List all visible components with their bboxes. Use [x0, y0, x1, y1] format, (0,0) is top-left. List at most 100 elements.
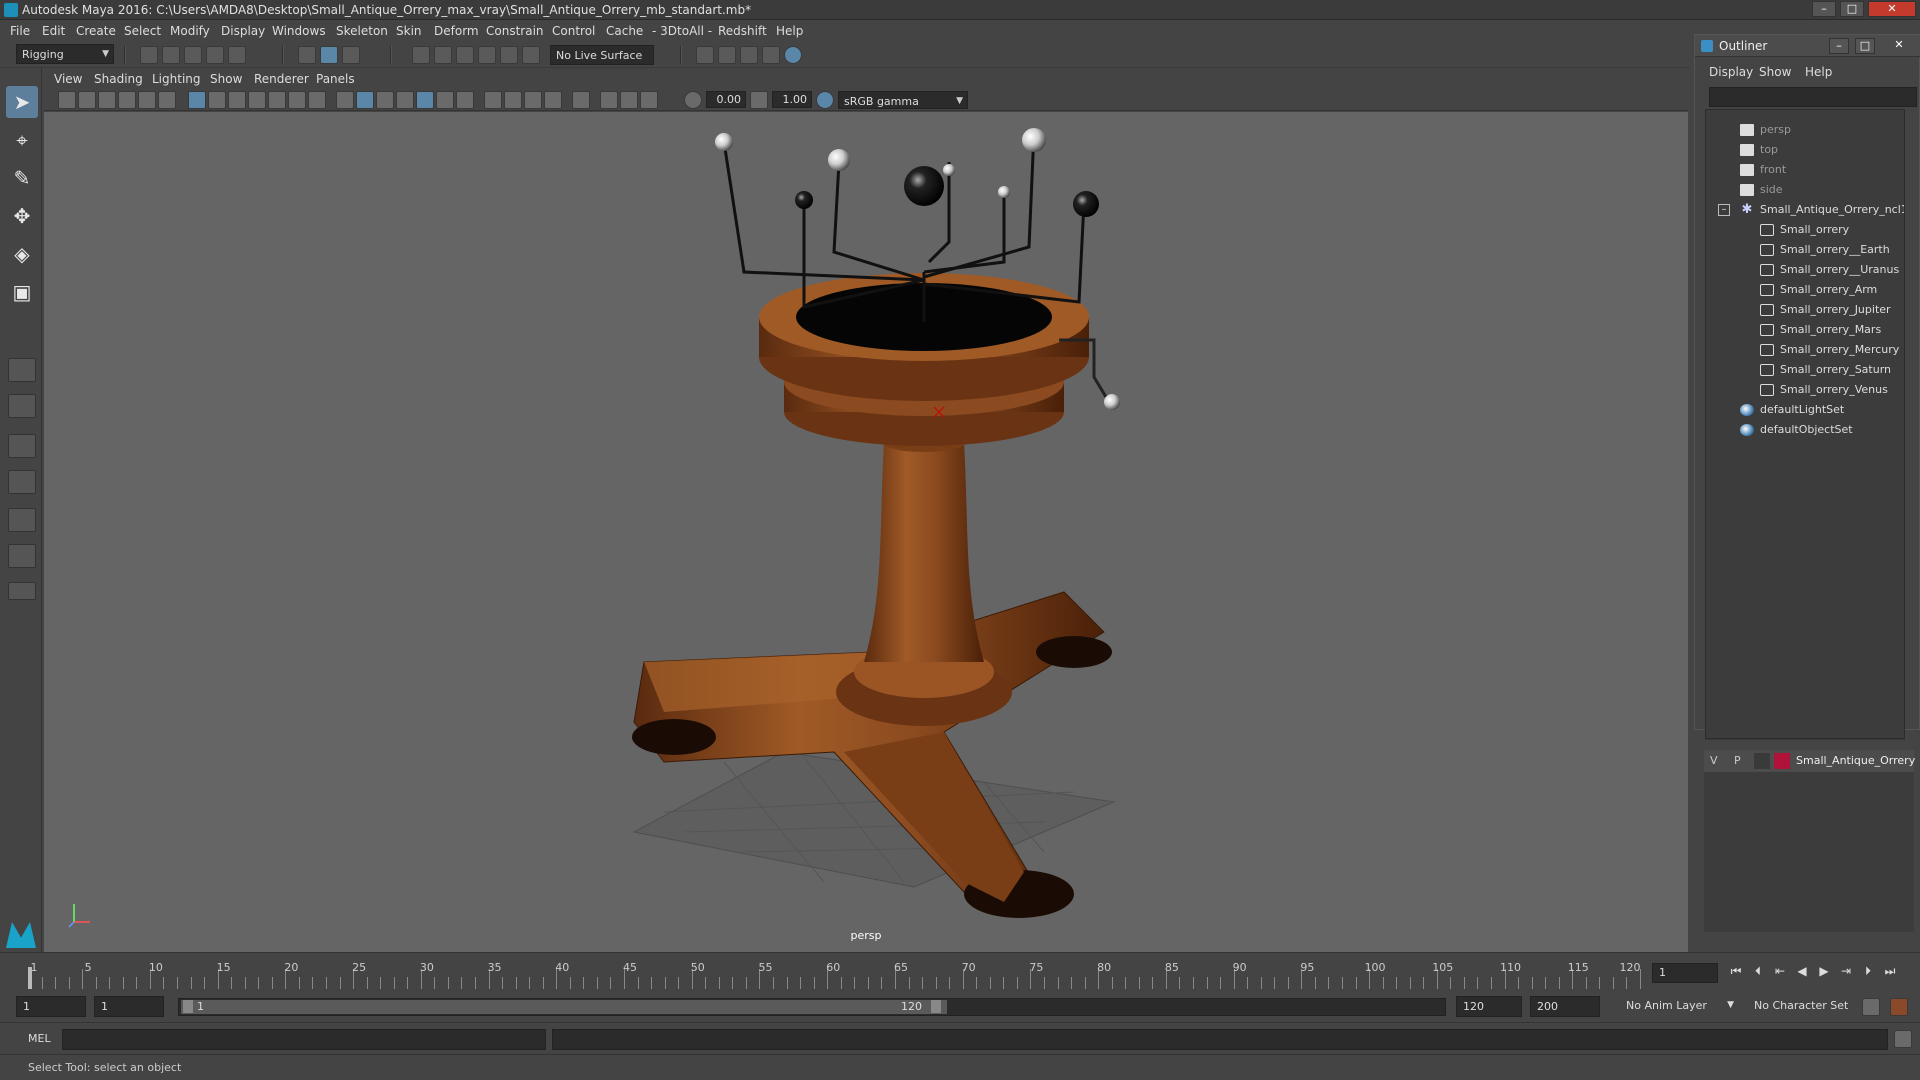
outliner-item-saturn[interactable]: Small_orrery_Saturn — [1706, 360, 1904, 380]
outliner-layout-icon[interactable] — [8, 470, 36, 494]
view-transform-dropdown[interactable]: sRGB gamma ▼ — [838, 91, 968, 109]
scale-tool[interactable]: ▣ — [6, 276, 38, 308]
snap-point-icon[interactable] — [456, 46, 474, 64]
playback-end-field[interactable]: 120 — [1456, 996, 1522, 1017]
menu-redshift[interactable]: Redshift — [718, 24, 767, 38]
xray-components-icon[interactable] — [640, 91, 658, 109]
undo-icon[interactable] — [206, 46, 224, 64]
layer-color-swatch[interactable] — [1774, 753, 1790, 769]
close-button[interactable]: ✕ — [1868, 1, 1916, 17]
open-scene-icon[interactable] — [162, 46, 180, 64]
layer-playback-toggle[interactable]: P — [1734, 754, 1741, 767]
script-editor-icon[interactable] — [1894, 1030, 1912, 1048]
playback-start-field[interactable]: 1 — [94, 996, 164, 1017]
select-hierarchy-icon[interactable] — [298, 46, 316, 64]
range-slider-bar[interactable] — [181, 1000, 947, 1014]
render-view-icon[interactable] — [784, 46, 802, 64]
auto-key-icon[interactable] — [1862, 998, 1880, 1016]
outliner-close-button[interactable]: ✕ — [1887, 38, 1911, 54]
outliner-item-mercury[interactable]: Small_orrery_Mercury — [1706, 340, 1904, 360]
camera-attrs-icon[interactable] — [78, 91, 96, 109]
current-time-indicator[interactable] — [28, 967, 32, 989]
vp-menu-lighting[interactable]: Lighting — [152, 72, 201, 86]
redo-icon[interactable] — [228, 46, 246, 64]
menu-control[interactable]: Control — [552, 24, 595, 38]
play-backwards-icon[interactable]: ◀ — [1794, 963, 1810, 979]
command-input[interactable] — [62, 1029, 546, 1050]
outliner-item-venus[interactable]: Small_orrery_Venus — [1706, 380, 1904, 400]
script-language-toggle[interactable]: MEL — [28, 1032, 51, 1045]
bookmark-icon[interactable] — [98, 91, 116, 109]
safe-action-icon[interactable] — [288, 91, 306, 109]
exposure-icon[interactable] — [684, 91, 702, 109]
save-scene-icon[interactable] — [184, 46, 202, 64]
outliner-item-side[interactable]: side — [1706, 180, 1904, 200]
outliner-item-default-light-set[interactable]: defaultLightSet — [1706, 400, 1904, 420]
menu-modify[interactable]: Modify — [170, 24, 210, 38]
step-forward-frame-icon[interactable]: ⏵ — [1860, 963, 1876, 979]
two-pane-layout-icon[interactable] — [8, 434, 36, 458]
snap-grid-icon[interactable] — [412, 46, 430, 64]
select-tool[interactable]: ➤ — [6, 86, 38, 118]
outliner-item-default-object-set[interactable]: defaultObjectSet — [1706, 420, 1904, 440]
menu-help[interactable]: Help — [776, 24, 803, 38]
maximize-button[interactable]: □ — [1840, 1, 1864, 17]
animation-end-field[interactable]: 200 — [1530, 996, 1600, 1017]
outliner-item-orrery-group[interactable]: – ✱ Small_Antique_Orrery_ncl1 — [1706, 200, 1904, 220]
grease-pencil-icon[interactable] — [158, 91, 176, 109]
step-back-key-icon[interactable]: ⇤ — [1772, 963, 1788, 979]
snap-surface-icon[interactable] — [500, 46, 518, 64]
vp-menu-panels[interactable]: Panels — [316, 72, 355, 86]
animation-start-field[interactable]: 1 — [16, 996, 86, 1017]
time-ruler[interactable]: 1 5 10 15 20 25 30 35 40 45 50 55 60 65 70 75 80 85 90 95 10… — [28, 959, 1641, 989]
vp-menu-renderer[interactable]: Renderer — [254, 72, 309, 86]
outliner-item-jupiter[interactable]: Small_orrery_Jupiter — [1706, 300, 1904, 320]
range-start-handle[interactable] — [183, 1000, 193, 1013]
menu-file[interactable]: File — [10, 24, 30, 38]
lasso-tool[interactable]: ⌖ — [6, 124, 38, 156]
camera-icon[interactable] — [58, 91, 76, 109]
2d-pan-icon[interactable] — [138, 91, 156, 109]
graph-layout-icon[interactable] — [8, 508, 36, 532]
display-layer-row[interactable]: V P Small_Antique_Orrery — [1704, 750, 1915, 772]
persp-viewport[interactable]: persp — [44, 112, 1688, 952]
paint-select-tool[interactable]: ✎ — [6, 162, 38, 194]
play-forwards-icon[interactable]: ▶ — [1816, 963, 1832, 979]
outliner-item-uranus[interactable]: Small_orrery__Uranus — [1706, 260, 1904, 280]
outliner-maximize-button[interactable]: □ — [1855, 38, 1875, 54]
hypershade-icon[interactable] — [762, 46, 780, 64]
four-pane-layout-icon[interactable] — [8, 394, 36, 418]
motion-blur-icon[interactable] — [504, 91, 522, 109]
live-surface-field[interactable]: No Live Surface — [550, 45, 654, 65]
layer-visibility-toggle[interactable]: V — [1710, 754, 1718, 767]
select-object-icon[interactable] — [320, 46, 338, 64]
smooth-shade-icon[interactable] — [356, 91, 374, 109]
vp-menu-view[interactable]: View — [54, 72, 82, 86]
outliner-menu-show[interactable]: Show — [1759, 65, 1791, 79]
menu-display[interactable]: Display — [221, 24, 265, 38]
snap-curve-icon[interactable] — [434, 46, 452, 64]
menu-windows[interactable]: Windows — [272, 24, 326, 38]
layer-type-toggle[interactable] — [1754, 753, 1770, 769]
screen-space-ao-icon[interactable] — [484, 91, 502, 109]
minimize-button[interactable]: – — [1812, 1, 1836, 17]
rotate-tool[interactable]: ◈ — [6, 238, 38, 270]
xray-icon[interactable] — [600, 91, 618, 109]
gamma-icon[interactable] — [750, 91, 768, 109]
wireframe-on-shaded-icon[interactable] — [396, 91, 414, 109]
film-gate-icon[interactable] — [208, 91, 226, 109]
menu-3dtoall[interactable]: - 3DtoAll - — [652, 24, 712, 38]
menu-select[interactable]: Select — [124, 24, 161, 38]
vp-menu-shading[interactable]: Shading — [94, 72, 143, 86]
exposure-field[interactable]: 0.00 — [706, 91, 746, 108]
outliner-item-small-orrery[interactable]: Small_orrery — [1706, 220, 1904, 240]
snap-pivot-icon[interactable] — [522, 46, 540, 64]
outliner-item-mars[interactable]: Small_orrery_Mars — [1706, 320, 1904, 340]
default-material-icon[interactable] — [376, 91, 394, 109]
anim-layer-dropdown[interactable]: No Anim Layer ▼ — [1620, 996, 1736, 1017]
gate-mask-icon[interactable] — [248, 91, 266, 109]
range-end-handle[interactable] — [931, 1000, 941, 1013]
layout-options-icon[interactable] — [8, 582, 36, 600]
select-component-icon[interactable] — [342, 46, 360, 64]
menu-set-dropdown[interactable]: Rigging ▼ — [16, 44, 114, 64]
